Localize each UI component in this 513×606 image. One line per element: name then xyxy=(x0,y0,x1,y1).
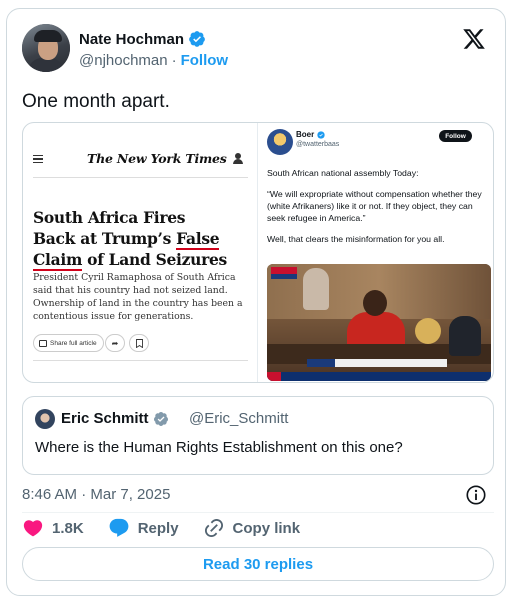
video-live-badge xyxy=(271,267,297,274)
handle-separator: · xyxy=(171,52,177,69)
share-article-button: Share full article xyxy=(33,334,104,352)
headline-underlined-claim: Claim xyxy=(33,250,83,269)
quoted-author-avatar[interactable] xyxy=(35,409,55,429)
quoted-tweet-text: Where is the Human Rights Establishment … xyxy=(35,439,403,456)
video-ticker-clock xyxy=(267,372,281,381)
heart-icon xyxy=(23,520,43,537)
masthead-divider xyxy=(33,177,248,178)
boer-paragraph: South African national assembly Today: xyxy=(267,168,419,178)
boer-verified-icon xyxy=(317,130,325,139)
bookmark-icon xyxy=(129,334,149,352)
video-news-ticker xyxy=(267,372,491,381)
video-second-person xyxy=(449,316,481,356)
reply-label: Reply xyxy=(137,519,179,537)
parliament-video-still xyxy=(267,264,491,381)
follow-button[interactable]: Follow xyxy=(181,52,229,69)
link-icon xyxy=(204,518,223,538)
tweet-text: One month apart. xyxy=(22,91,170,112)
quoted-author-name-row[interactable]: Eric Schmitt xyxy=(61,410,169,427)
boer-name-row: Boer xyxy=(296,130,325,139)
author-handle[interactable]: @njhochman xyxy=(79,52,168,69)
author-handle-row: @njhochman · Follow xyxy=(79,52,228,69)
author-display-name[interactable]: Nate Hochman xyxy=(79,31,184,48)
author-name-row[interactable]: Nate Hochman xyxy=(79,30,206,48)
headline-underlined-false: False xyxy=(176,229,220,248)
info-icon[interactable] xyxy=(465,484,487,506)
avatar-cap xyxy=(34,30,62,42)
boer-paragraph: “We will expropriate without compensatio… xyxy=(267,189,482,223)
reply-button[interactable]: Reply xyxy=(108,517,179,539)
tweet-card: Nate Hochman @njhochman · Follow One month… xyxy=(6,8,506,596)
video-speaker-head xyxy=(363,290,387,316)
quoted-tweet[interactable]: Eric Schmitt @Eric_Schmitt Where is the … xyxy=(22,396,494,475)
like-button[interactable]: 1.8K xyxy=(22,517,84,539)
video-background-person xyxy=(303,268,329,310)
boer-handle: @twatterbaas xyxy=(296,141,340,148)
article-summary: President Cyril Ramaphosa of South Afric… xyxy=(33,272,243,322)
actions-divider xyxy=(22,512,494,513)
quoted-author-display-name[interactable]: Eric Schmitt xyxy=(61,410,149,427)
boer-paragraph: Well, that clears the misinformation for… xyxy=(267,234,445,244)
boer-display-name: Boer xyxy=(296,130,315,139)
quoted-author-handle[interactable]: @Eric_Schmitt xyxy=(189,410,288,427)
verified-badge-icon xyxy=(189,31,205,47)
reply-bubble-icon xyxy=(109,518,129,537)
article-headline: South Africa Fires Back at Trump’s False… xyxy=(33,207,248,270)
menu-icon xyxy=(33,155,43,163)
video-channel-badge xyxy=(271,274,297,279)
like-count: 1.8K xyxy=(52,519,84,537)
copy-link-button[interactable]: Copy link xyxy=(203,517,301,539)
boer-tweet-text: South African national assembly Today: “… xyxy=(267,167,489,254)
video-emblem xyxy=(415,318,441,344)
tweet-timestamp[interactable]: 8:46 AM · Mar 7, 2025 xyxy=(22,486,170,503)
share-article-label: Share full article xyxy=(50,339,97,347)
copy-link-label: Copy link xyxy=(232,519,301,537)
x-logo-icon[interactable] xyxy=(462,27,486,51)
government-verified-badge-icon xyxy=(153,411,168,426)
action-bar: 1.8K Reply Copy link xyxy=(22,516,300,540)
user-account-icon xyxy=(233,153,243,165)
nyt-masthead: The New York Times xyxy=(87,151,227,166)
read-replies-button[interactable]: Read 30 replies xyxy=(22,547,494,581)
author-avatar[interactable] xyxy=(22,24,70,72)
avatar-shirt xyxy=(28,58,64,72)
headline-part-5: of Land Seizures xyxy=(82,250,227,269)
tweet-media-image[interactable]: The New York Times South Africa Fires Ba… xyxy=(22,122,494,383)
gift-icon xyxy=(39,339,47,347)
boer-follow-button: Follow xyxy=(439,130,472,142)
share-arrow-icon: ➦ xyxy=(105,334,125,352)
headline-part-1: South Africa Fires xyxy=(33,208,186,227)
headline-part-2: Back at Trump’s xyxy=(33,229,177,248)
boer-avatar xyxy=(267,129,293,155)
media-split-divider xyxy=(257,123,258,382)
video-lower-third-tag xyxy=(307,359,335,367)
article-bottom-divider xyxy=(33,360,248,361)
